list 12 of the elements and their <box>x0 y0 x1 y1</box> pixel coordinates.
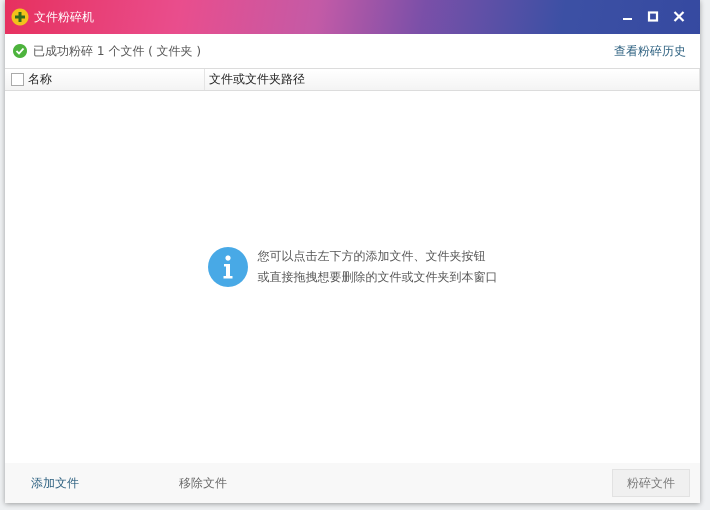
column-header[interactable]: 名称 <box>28 71 52 88</box>
info-icon <box>208 247 248 287</box>
hint-text: 或直接拖拽想要删除的文件或文件夹到本窗口 <box>258 269 498 286</box>
select-all-checkbox[interactable] <box>11 73 24 86</box>
hint-text: 您可以点击左下方的添加文件、文件夹按钮 <box>258 248 486 265</box>
add-file-link[interactable]: 添加文件 <box>27 470 83 496</box>
check-circle-icon <box>13 44 27 58</box>
history-link[interactable]: 查看粉碎历史 <box>614 42 686 60</box>
plus-logo-icon <box>11 8 29 26</box>
column-header[interactable]: 文件或文件夹路径 <box>209 71 305 88</box>
status-message: 已成功粉碎 1 个文件 ( 文件夹 ) <box>33 42 202 60</box>
window-title: 文件粉碎机 <box>34 8 95 26</box>
